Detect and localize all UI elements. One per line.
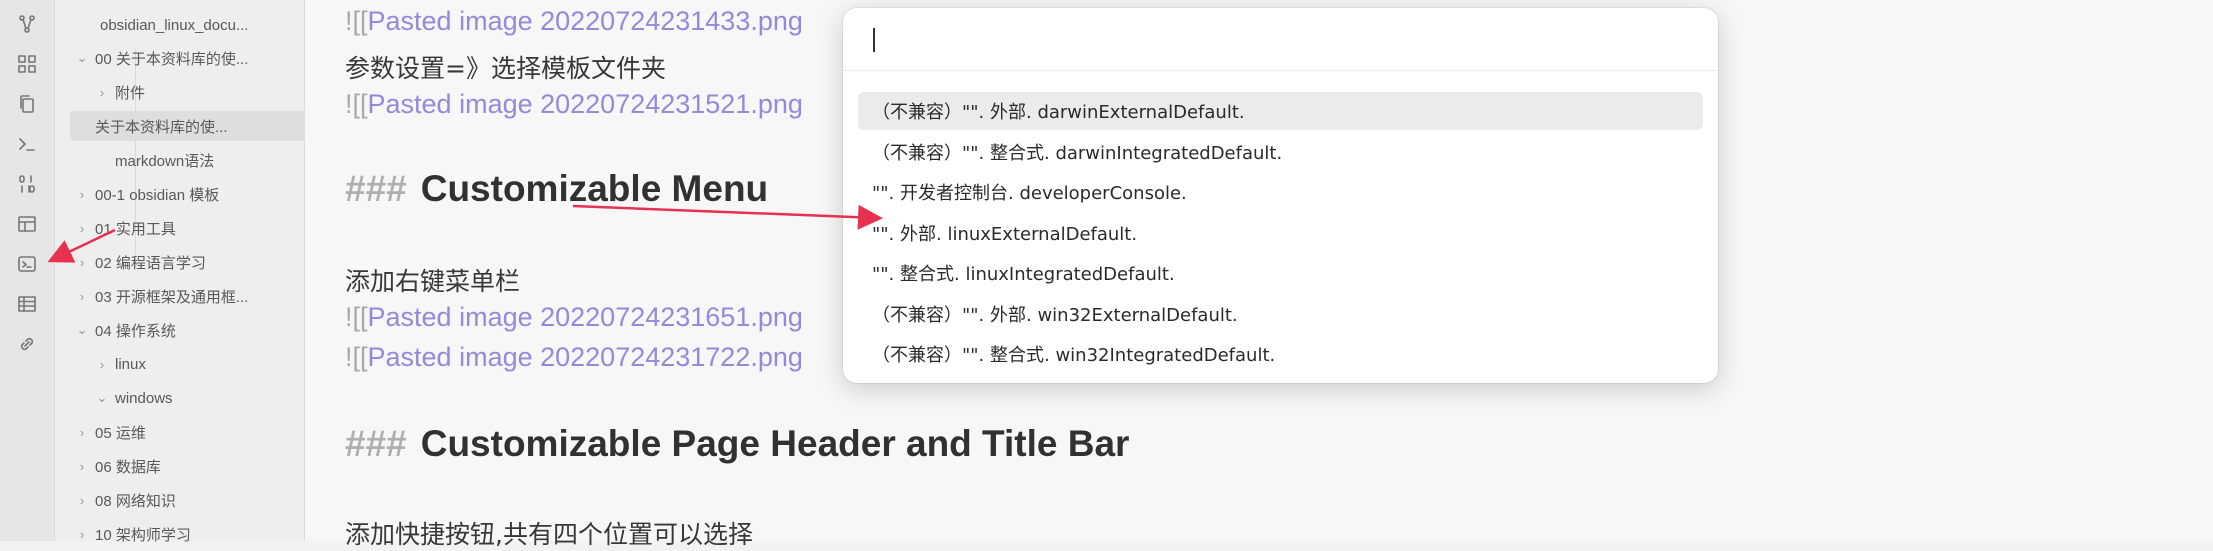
tree-item-label: 03 开源框架及通用框... bbox=[95, 288, 249, 306]
palette-search-input[interactable] bbox=[871, 22, 1675, 58]
tree-item[interactable]: › 10 架构师学习 bbox=[75, 519, 191, 549]
tree-item[interactable]: 关于本资料库的使... bbox=[70, 111, 344, 141]
tree-item[interactable]: ⌄ 04 操作系统 bbox=[75, 315, 176, 345]
tree-item[interactable]: › 05 运维 bbox=[75, 417, 146, 447]
command-palette: （不兼容）"". 外部. darwinExternalDefault. （不兼容）… bbox=[843, 8, 1718, 383]
command-item[interactable]: "". 整合式. linuxIntegratedDefault. bbox=[858, 254, 1703, 292]
paragraph: 添加右键菜单栏 bbox=[345, 267, 521, 296]
tree-item-label: 10 架构师学习 bbox=[95, 526, 191, 544]
binary-icon[interactable] bbox=[15, 172, 39, 196]
embed-link[interactable]: ![[Pasted image 20220724231433.png bbox=[345, 6, 803, 37]
command-item[interactable]: "". 外部. linuxExternalDefault. bbox=[858, 214, 1703, 252]
file-explorer: obsidian_linux_docu... ⌄ 00 关于本资料库的使... › 附… bbox=[55, 0, 344, 544]
link-icon[interactable] bbox=[15, 332, 39, 356]
tree-item[interactable]: › 00-1 obsidian 模板 bbox=[75, 179, 219, 209]
layout-icon[interactable] bbox=[15, 212, 39, 236]
chevron-right-icon: › bbox=[79, 526, 85, 542]
tree-item-label: 02 编程语言学习 bbox=[95, 254, 206, 272]
graph-icon[interactable] bbox=[15, 12, 39, 36]
command-item[interactable]: （不兼容）"". 整合式. win32IntegratedDefault. bbox=[858, 335, 1703, 373]
tree-item[interactable]: › 03 开源框架及通用框... bbox=[75, 281, 249, 311]
tree-item[interactable]: ⌄ windows bbox=[95, 383, 173, 413]
tree-item[interactable]: › 附件 bbox=[95, 77, 145, 107]
chevron-right-icon: › bbox=[79, 492, 85, 508]
tree-item-label: 04 操作系统 bbox=[95, 322, 176, 340]
vault-root[interactable]: obsidian_linux_docu... bbox=[100, 10, 248, 40]
terminal-icon[interactable] bbox=[15, 132, 39, 156]
chevron-down-icon: ⌄ bbox=[76, 50, 88, 65]
left-ribbon bbox=[0, 0, 55, 541]
tree-item-label: 05 运维 bbox=[95, 424, 146, 442]
console-icon[interactable] bbox=[15, 252, 39, 276]
grid-icon[interactable] bbox=[15, 52, 39, 76]
chevron-down-icon: ⌄ bbox=[96, 390, 108, 405]
tree-item[interactable]: › 08 网络知识 bbox=[75, 485, 176, 515]
copy-icon[interactable] bbox=[15, 92, 39, 116]
text-caret bbox=[873, 28, 875, 52]
command-item[interactable]: （不兼容）"". 外部. win32ExternalDefault. bbox=[858, 295, 1703, 333]
chevron-right-icon: › bbox=[79, 288, 85, 304]
tree-item-label: windows bbox=[115, 389, 173, 407]
chevron-right-icon: › bbox=[79, 254, 85, 270]
palette-search bbox=[843, 8, 1718, 71]
command-item[interactable]: （不兼容）"". 外部. darwinExternalDefault. bbox=[858, 92, 1703, 130]
embed-link[interactable]: ![[Pasted image 20220724231521.png bbox=[345, 89, 803, 120]
tree-item-label: 关于本资料库的使... bbox=[95, 118, 228, 136]
tree-item[interactable]: › 01 实用工具 bbox=[75, 213, 176, 243]
chevron-right-icon: › bbox=[79, 424, 85, 440]
heading-customizable-menu: ### Customizable Menu bbox=[345, 168, 769, 209]
tree-item-label: 08 网络知识 bbox=[95, 492, 176, 510]
tree-item-label: linux bbox=[115, 355, 146, 373]
chevron-right-icon: › bbox=[79, 220, 85, 236]
paragraph: 参数设置=》选择模板文件夹 bbox=[345, 54, 666, 83]
tree-item-label: 06 数据库 bbox=[95, 458, 161, 476]
tree-item-label: 00 关于本资料库的使... bbox=[95, 50, 249, 68]
tree-item[interactable]: › 02 编程语言学习 bbox=[75, 247, 206, 277]
vault-name: obsidian_linux_docu... bbox=[100, 16, 249, 34]
tree-item[interactable]: › linux bbox=[95, 349, 146, 379]
embed-link[interactable]: ![[Pasted image 20220724231651.png bbox=[345, 302, 803, 333]
embed-link[interactable]: ![[Pasted image 20220724231722.png bbox=[345, 342, 803, 373]
tree-item-label: 00-1 obsidian 模板 bbox=[95, 186, 220, 204]
command-item[interactable]: "". 开发者控制台. developerConsole. bbox=[858, 173, 1703, 211]
tree-item-label: 01 实用工具 bbox=[95, 220, 176, 238]
chevron-down-icon: ⌄ bbox=[76, 322, 88, 337]
table-icon[interactable] bbox=[15, 292, 39, 316]
tree-item[interactable]: ⌄ 00 关于本资料库的使... bbox=[75, 43, 249, 73]
chevron-right-icon: › bbox=[99, 84, 105, 100]
paragraph: 添加快捷按钮,共有四个位置可以选择 bbox=[345, 520, 753, 549]
tree-item-label: 附件 bbox=[115, 84, 146, 102]
tree-item-label: markdown语法 bbox=[115, 152, 215, 170]
heading-page-header: ### Customizable Page Header and Title Ba… bbox=[345, 423, 1130, 464]
chevron-right-icon: › bbox=[99, 356, 105, 372]
tree-item[interactable]: › 06 数据库 bbox=[75, 451, 161, 481]
tree-item[interactable]: markdown语法 bbox=[95, 145, 214, 175]
chevron-right-icon: › bbox=[79, 186, 85, 202]
chevron-right-icon: › bbox=[79, 458, 85, 474]
command-item[interactable]: （不兼容）"". 整合式. darwinIntegratedDefault. bbox=[858, 133, 1703, 171]
